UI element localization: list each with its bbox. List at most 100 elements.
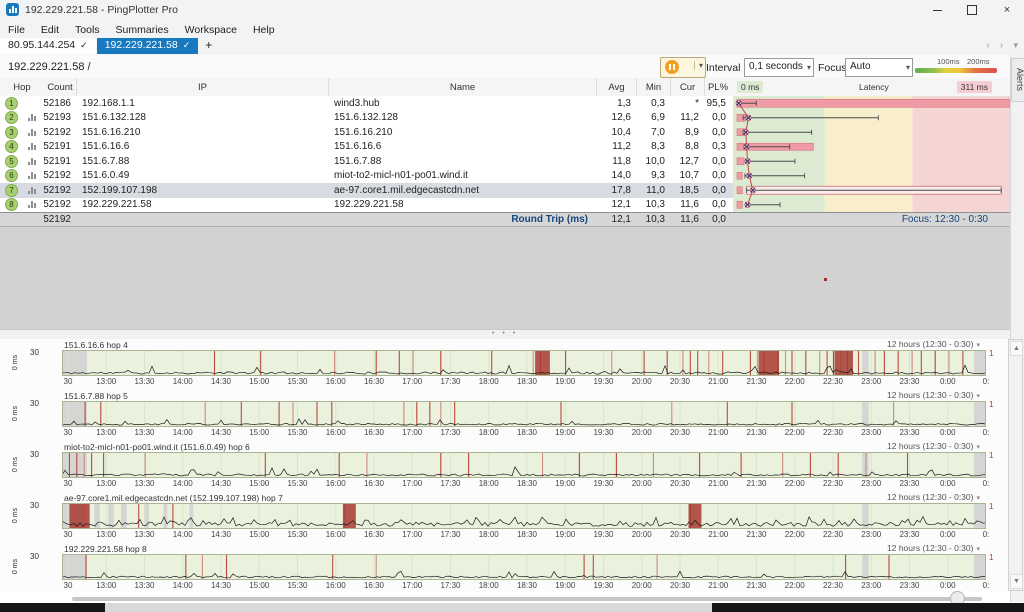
close-button[interactable]: × xyxy=(990,0,1024,20)
cell-name: miot-to2-micl-n01-po01.wind.it xyxy=(328,169,596,184)
vertical-scrollbar[interactable]: ▲ ▼ xyxy=(1008,339,1023,591)
x-axis-label: 0:00 xyxy=(940,479,956,488)
col-header-hop[interactable]: Hop xyxy=(0,78,44,96)
x-axis-label: 15:00 xyxy=(249,428,269,437)
cell-name: 192.229.221.58 xyxy=(328,198,596,213)
x-axis-label: 22:30 xyxy=(823,428,843,437)
minimize-button[interactable] xyxy=(920,0,954,20)
x-axis-label: 16:30 xyxy=(364,428,384,437)
latency-column-header[interactable]: Latency xyxy=(855,81,893,93)
cell-avg: 11,8 xyxy=(596,154,636,169)
round-trip-row: 52192 Round Trip (ms) 12,1 10,3 11,6 0,0… xyxy=(0,212,1010,227)
mini-graph-icon xyxy=(28,114,36,121)
col-header-ip[interactable]: IP xyxy=(76,78,328,96)
maximize-button[interactable] xyxy=(955,0,989,20)
title-bar: 192.229.221.58 - PingPlotter Pro × xyxy=(0,0,1024,20)
timeline-plot[interactable] xyxy=(62,452,986,478)
timeline-plot[interactable] xyxy=(62,350,986,376)
focus-graph-area[interactable] xyxy=(0,227,1010,329)
toolbar: 192.229.221.58 / ▾ Interval 0,1 seconds … xyxy=(0,55,1024,79)
hop-row[interactable]: 552191151.6.7.88151.6.7.8811,810,012,70,… xyxy=(0,154,733,169)
x-axis-label: 16:00 xyxy=(326,377,346,386)
chevron-down-icon: ▾ xyxy=(807,60,811,76)
timeline-title: 151.6.16.6 hop 4 xyxy=(64,340,128,350)
menu-item-summaries[interactable]: Summaries xyxy=(108,22,177,38)
cell-count: 52192 xyxy=(44,169,76,184)
timeline-plot[interactable] xyxy=(62,401,986,427)
menu-item-edit[interactable]: Edit xyxy=(33,22,67,38)
hop-row[interactable]: 652192151.6.0.49miot-to2-micl-n01-po01.w… xyxy=(0,169,733,184)
tab-nav-arrows[interactable]: ‹ › ▾ xyxy=(986,40,1022,51)
menu-item-tools[interactable]: Tools xyxy=(67,22,108,38)
cell-pl: 0,0 xyxy=(704,125,731,140)
x-axis-label: 18:00 xyxy=(479,530,499,539)
timeline-range-control[interactable]: 12 hours (12:30 - 0:30)▾ xyxy=(887,492,980,502)
cell-avg: 11,2 xyxy=(596,140,636,155)
x-axis-label: 15:30 xyxy=(287,479,307,488)
splitter-dots-icon: • • • xyxy=(492,330,518,337)
cell-avg: 10,4 xyxy=(596,125,636,140)
target-tab[interactable]: 80.95.144.254✓ xyxy=(0,38,96,54)
scrollbar-track[interactable] xyxy=(72,597,982,601)
col-header-min[interactable]: Min xyxy=(636,78,670,96)
timeline-plot[interactable] xyxy=(62,554,986,580)
cell-cur: 18,5 xyxy=(670,183,704,198)
x-axis-labels: 3013:0013:3014:0014:3015:0015:3016:0016:… xyxy=(62,377,990,388)
menu-item-file[interactable]: File xyxy=(0,22,33,38)
latency-color-scale: 100ms 200ms xyxy=(915,57,997,77)
cell-ip: 151.6.132.128 xyxy=(76,111,328,126)
col-header-avg[interactable]: Avg xyxy=(596,78,636,96)
hop-row[interactable]: 752192152.199.107.198ae-97.core1.mil.edg… xyxy=(0,183,733,198)
x-axis-label: 20:30 xyxy=(670,581,690,590)
x-axis-label: 16:30 xyxy=(364,530,384,539)
x-axis-label: 14:00 xyxy=(173,479,193,488)
x-axis-label: 13:00 xyxy=(96,581,116,590)
y-axis-max-label: 30 xyxy=(30,552,39,561)
y-axis-unit-label: 0 ms xyxy=(12,406,19,421)
x-axis-label: 20:30 xyxy=(670,428,690,437)
timeline-range-control[interactable]: 12 hours (12:30 - 0:30)▾ xyxy=(887,543,980,553)
x-axis-label: 22:00 xyxy=(785,530,805,539)
timeline-range-control[interactable]: 12 hours (12:30 - 0:30)▾ xyxy=(887,390,980,400)
x-axis-label: 17:30 xyxy=(440,530,460,539)
col-header-count[interactable]: Count xyxy=(44,78,76,96)
hop-row[interactable]: 452191151.6.16.6151.6.16.611,28,38,80,3 xyxy=(0,140,733,155)
col-header-pl[interactable]: PL% xyxy=(704,78,731,96)
col-header-cur[interactable]: Cur xyxy=(670,78,704,96)
hop-row[interactable]: 852192192.229.221.58192.229.221.5812,110… xyxy=(0,198,733,213)
pause-icon[interactable] xyxy=(665,60,679,74)
focus-select[interactable]: Auto ▾ xyxy=(845,58,913,77)
cell-name: ae-97.core1.mil.edgecastcdn.net xyxy=(328,183,596,198)
x-axis-label: 14:30 xyxy=(211,530,231,539)
scroll-down-button[interactable]: ▼ xyxy=(1010,574,1023,589)
scroll-up-button[interactable]: ▲ xyxy=(1010,341,1023,356)
timeline-range-label: 12 hours (12:30 - 0:30) xyxy=(887,441,973,451)
x-axis-label: 0: xyxy=(983,581,990,590)
pause-split-button[interactable]: ▾ xyxy=(660,57,706,78)
new-tab-button[interactable]: + xyxy=(199,38,218,53)
interval-select[interactable]: 0,1 seconds ▾ xyxy=(744,58,814,77)
x-axis-label: 20:30 xyxy=(670,530,690,539)
alerts-side-tab[interactable]: Alerts xyxy=(1011,58,1024,102)
tab-label: 80.95.144.254 xyxy=(8,39,75,51)
cell-ip: 192.229.221.58 xyxy=(76,198,328,213)
timeline-plot[interactable] xyxy=(62,503,986,529)
menu-item-workspace[interactable]: Workspace xyxy=(177,22,245,38)
hop-number-badge: 5 xyxy=(5,155,18,168)
x-axis-label: 30 xyxy=(64,581,73,590)
x-axis-label: 0:00 xyxy=(940,530,956,539)
timeline-range-control[interactable]: 12 hours (12:30 - 0:30)▾ xyxy=(887,339,980,349)
hop-row[interactable]: 252193151.6.132.128151.6.132.12812,66,91… xyxy=(0,111,733,126)
cell-cur: 8,9 xyxy=(670,125,704,140)
x-axis-label: 20:00 xyxy=(632,581,652,590)
menu-item-help[interactable]: Help xyxy=(245,22,283,38)
x-axis-label: 22:00 xyxy=(785,428,805,437)
col-header-name[interactable]: Name xyxy=(328,78,596,96)
x-axis-label: 23:30 xyxy=(899,428,919,437)
hop-row[interactable]: 352192151.6.16.210151.6.16.21010,47,08,9… xyxy=(0,125,733,140)
latency-0ms-label: 0 ms xyxy=(737,81,763,93)
target-tab-active[interactable]: 192.229.221.58✓ xyxy=(97,38,199,54)
hop-row[interactable]: 152186192.168.1.1wind3.hub1,30,3*95,5 xyxy=(0,96,733,111)
timeline-range-control[interactable]: 12 hours (12:30 - 0:30)▾ xyxy=(887,441,980,451)
pause-dropdown-icon[interactable]: ▾ xyxy=(694,61,703,70)
